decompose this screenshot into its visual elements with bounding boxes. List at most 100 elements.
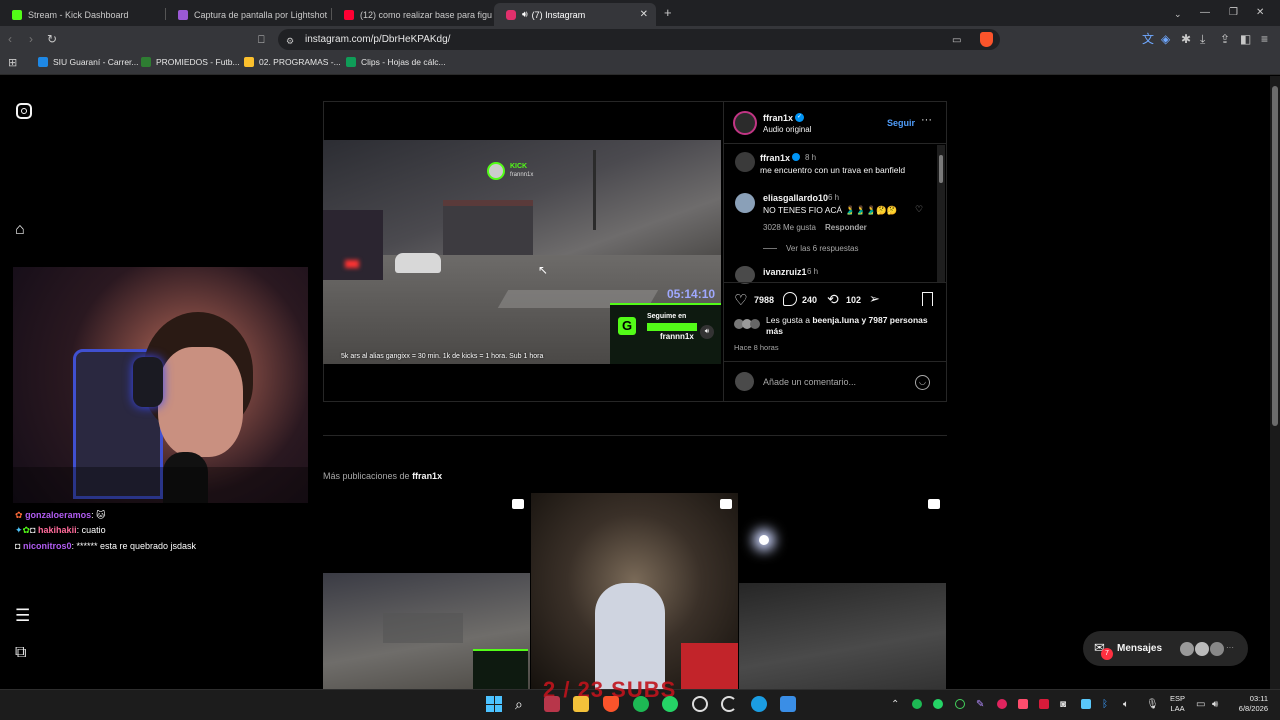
- emoji-icon[interactable]: ◡: [915, 375, 930, 390]
- tray-overflow-icon[interactable]: ⌃: [891, 699, 899, 710]
- comments-scrollbar-thumb[interactable]: [939, 155, 943, 183]
- spotify-tray-icon[interactable]: [912, 699, 922, 709]
- discord-tray-icon[interactable]: ◙: [1060, 699, 1066, 710]
- comment-icon[interactable]: [783, 292, 797, 306]
- tray-app-icon[interactable]: ✎: [976, 699, 984, 710]
- file-explorer-icon[interactable]: [573, 696, 589, 712]
- bookmark-page-icon[interactable]: ⎕: [258, 34, 265, 46]
- more-menu-icon[interactable]: ☰: [15, 606, 30, 626]
- post-video[interactable]: KICK frannn1x 05:14:10 G Seguime en fran…: [323, 140, 721, 364]
- tab-instagram[interactable]: 🔊︎ (7) Instagram ✕: [494, 3, 656, 26]
- site-info-icon[interactable]: ⚙: [286, 35, 294, 47]
- audio-label[interactable]: Audio original: [763, 125, 811, 134]
- dm-avatar: [1195, 642, 1209, 656]
- microphone-icon[interactable]: 🎙︎: [1146, 699, 1159, 710]
- more-dm-icon: ···: [1226, 643, 1234, 652]
- reply-button[interactable]: Responder: [825, 223, 867, 232]
- share-icon[interactable]: ⇪: [1220, 33, 1230, 45]
- more-post-thumbnail[interactable]: [739, 493, 946, 689]
- whatsapp-icon[interactable]: [662, 696, 678, 712]
- wallet-icon[interactable]: ◈: [1161, 33, 1170, 45]
- speaker-tray-icon[interactable]: 🔊︎: [1212, 699, 1218, 710]
- tab-search-icon[interactable]: ⌄: [1174, 8, 1182, 20]
- new-tab-icon[interactable]: +: [664, 6, 672, 19]
- caption-avatar[interactable]: [735, 152, 755, 172]
- comment-input[interactable]: Añade un comentario...: [763, 377, 856, 387]
- comment-avatar[interactable]: [735, 193, 755, 213]
- minimize-icon[interactable]: —: [1200, 7, 1210, 19]
- tray-app-icon[interactable]: [1018, 699, 1028, 709]
- follow-overlay: G Seguime en frannn1x 🔊︎: [610, 303, 721, 364]
- download-icon[interactable]: ⤓: [1200, 33, 1205, 45]
- tray-app-icon[interactable]: [955, 699, 965, 709]
- apps-grid-icon[interactable]: ⊞: [8, 57, 17, 69]
- tab-youtube[interactable]: (12) como realizar base para figura e: [332, 3, 492, 26]
- close-window-icon[interactable]: ✕: [1256, 7, 1264, 19]
- input-language[interactable]: ESP LAA: [1170, 694, 1185, 714]
- face: [158, 347, 243, 457]
- mute-icon[interactable]: 🔊︎: [700, 325, 714, 339]
- start-icon[interactable]: [486, 696, 502, 712]
- chat-message: ✿ gonzaloeramos: 🐱: [15, 510, 106, 520]
- bluetooth-icon[interactable]: ᛒ: [1102, 699, 1108, 710]
- bookmark-promiedos[interactable]: PROMIEDOS - Futb...: [141, 57, 240, 67]
- view-replies-button[interactable]: Ver las 6 respuestas: [786, 244, 858, 253]
- back-icon[interactable]: ‹: [8, 33, 12, 45]
- author-avatar[interactable]: [733, 111, 757, 135]
- tray-app-icon[interactable]: [997, 699, 1007, 709]
- app-icon[interactable]: [721, 696, 737, 712]
- extensions-icon[interactable]: ✱: [1181, 33, 1191, 45]
- follow-button[interactable]: Seguir: [887, 118, 915, 128]
- clock[interactable]: 03:11 6/8/2026: [1232, 694, 1268, 714]
- share-icon[interactable]: ➢: [869, 291, 880, 307]
- cast-icon[interactable]: ▭: [952, 35, 961, 47]
- comment-username[interactable]: eliasgallardo10: [763, 193, 828, 203]
- sidebar-toggle-icon[interactable]: ◧: [1240, 33, 1251, 45]
- spotify-icon[interactable]: [633, 696, 649, 712]
- url-text[interactable]: instagram.com/p/DbrHeKPAKdg/: [305, 34, 450, 45]
- also-from-meta-icon[interactable]: ⧉: [15, 644, 26, 662]
- bookmark-clips[interactable]: Clips - Hojas de cálc...: [346, 57, 446, 67]
- like-icon[interactable]: ♡: [734, 291, 747, 309]
- messages-label[interactable]: Mensajes: [1117, 643, 1162, 654]
- liked-by-text[interactable]: Les gusta a beenja.luna y 7987 personas …: [766, 315, 938, 337]
- scrollbar-thumb[interactable]: [1272, 86, 1278, 426]
- brave-icon[interactable]: [603, 696, 619, 712]
- comment-username[interactable]: ivanzruiz1: [763, 267, 807, 277]
- brave-shield-icon[interactable]: [980, 32, 993, 47]
- app-icon[interactable]: [544, 696, 560, 712]
- save-icon[interactable]: [922, 292, 933, 306]
- bookmark-siu[interactable]: SIU Guaraní - Carrer...: [38, 57, 139, 67]
- tab-kick-dashboard[interactable]: Stream - Kick Dashboard: [0, 3, 164, 26]
- home-icon[interactable]: ⌂: [15, 221, 25, 239]
- paint-icon[interactable]: [780, 696, 796, 712]
- liker-avatar: [750, 319, 760, 329]
- author-username[interactable]: ffran1x: [763, 113, 793, 123]
- tray-app-icon[interactable]: [1081, 699, 1091, 709]
- kick-handle: frannn1x: [510, 172, 534, 178]
- comment-like-icon[interactable]: ♡: [915, 204, 923, 215]
- network-icon[interactable]: ▭: [1196, 699, 1205, 710]
- forward-icon[interactable]: ›: [29, 33, 33, 45]
- instagram-logo-icon[interactable]: [16, 103, 32, 119]
- repost-icon[interactable]: ⟲: [827, 291, 839, 308]
- more-post-thumbnail[interactable]: [531, 493, 738, 689]
- maximize-icon[interactable]: ❐: [1229, 7, 1238, 19]
- search-icon[interactable]: ⌕: [515, 696, 531, 712]
- translate-icon[interactable]: 文: [1142, 33, 1154, 45]
- menu-icon[interactable]: ≡: [1261, 33, 1268, 45]
- more-options-icon[interactable]: ···: [921, 114, 932, 126]
- whatsapp-tray-icon[interactable]: [933, 699, 943, 709]
- divider: [724, 282, 946, 283]
- tab-lightshot[interactable]: Captura de pantalla por Lightshot: [166, 3, 330, 26]
- edge-icon[interactable]: [751, 696, 767, 712]
- caption-username[interactable]: ffran1x: [760, 153, 790, 163]
- obs-icon[interactable]: [692, 696, 708, 712]
- tray-app-icon[interactable]: [1039, 699, 1049, 709]
- close-tab-icon[interactable]: ✕: [640, 9, 648, 20]
- reload-icon[interactable]: ↻: [47, 33, 57, 45]
- more-post-thumbnail[interactable]: [323, 493, 530, 689]
- comment-likes[interactable]: 3028 Me gusta: [763, 223, 816, 232]
- volume-icon[interactable]: 🔈︎: [1123, 699, 1129, 710]
- bookmark-programas[interactable]: 02. PROGRAMAS -...: [244, 57, 341, 67]
